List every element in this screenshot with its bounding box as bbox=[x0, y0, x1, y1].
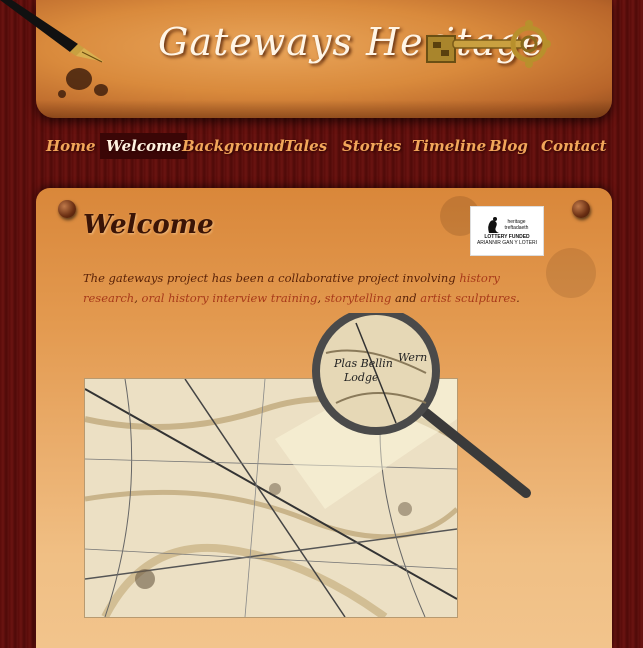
intro-text: The gateways project has been a collabor… bbox=[83, 271, 460, 285]
map-label-lodge: Lodge bbox=[343, 371, 379, 384]
rivet-icon bbox=[58, 200, 76, 218]
main-nav: Home Welcome Background Tales Stories Ti… bbox=[36, 131, 612, 169]
logo-line-2: treftadaeth bbox=[504, 225, 529, 231]
intro-paragraph: The gateways project has been a collabor… bbox=[83, 268, 543, 308]
intro-end: . bbox=[516, 291, 520, 305]
header-torn-edge bbox=[36, 100, 612, 118]
page-title: Welcome bbox=[83, 210, 214, 240]
antique-key-icon bbox=[426, 20, 551, 68]
link-storytelling[interactable]: storytelling bbox=[325, 291, 392, 305]
map-label-plas-bellin: Plas Bellin bbox=[333, 357, 393, 370]
stain bbox=[546, 248, 596, 298]
nav-item-home[interactable]: Home bbox=[46, 137, 96, 155]
nav-item-blog[interactable]: Blog bbox=[489, 137, 528, 155]
nav-item-background[interactable]: Background bbox=[182, 137, 285, 155]
intro-separator: and bbox=[391, 291, 421, 305]
nav-item-tales[interactable]: Tales bbox=[284, 137, 327, 155]
intro-separator: , bbox=[134, 291, 142, 305]
nav-item-welcome[interactable]: Welcome bbox=[100, 133, 188, 159]
logo-line-4: ARIANNIR GAN Y LOTERI bbox=[476, 240, 538, 246]
ink-blot bbox=[94, 84, 108, 96]
rivet-icon bbox=[572, 200, 590, 218]
content-panel: Welcome heritage treftadaeth LOTTERY FUN… bbox=[36, 188, 612, 648]
heritage-lottery-logo[interactable]: heritage treftadaeth LOTTERY FUNDED ARIA… bbox=[470, 206, 544, 256]
ink-blot bbox=[66, 68, 92, 90]
lottery-hand-icon bbox=[487, 217, 499, 233]
ink-blot bbox=[58, 90, 66, 98]
map-label-wern: Wern bbox=[398, 351, 427, 364]
intro-separator: , bbox=[317, 291, 325, 305]
fountain-pen-icon bbox=[0, 0, 104, 63]
link-artist-sculptures[interactable]: artist sculptures bbox=[420, 291, 516, 305]
nav-item-contact[interactable]: Contact bbox=[541, 137, 607, 155]
link-oral-history[interactable]: oral history interview training bbox=[142, 291, 318, 305]
nav-item-stories[interactable]: Stories bbox=[342, 137, 401, 155]
magnifying-glass-icon: Plas Bellin Lodge Wern bbox=[312, 313, 531, 498]
nav-item-timeline[interactable]: Timeline bbox=[412, 137, 486, 155]
